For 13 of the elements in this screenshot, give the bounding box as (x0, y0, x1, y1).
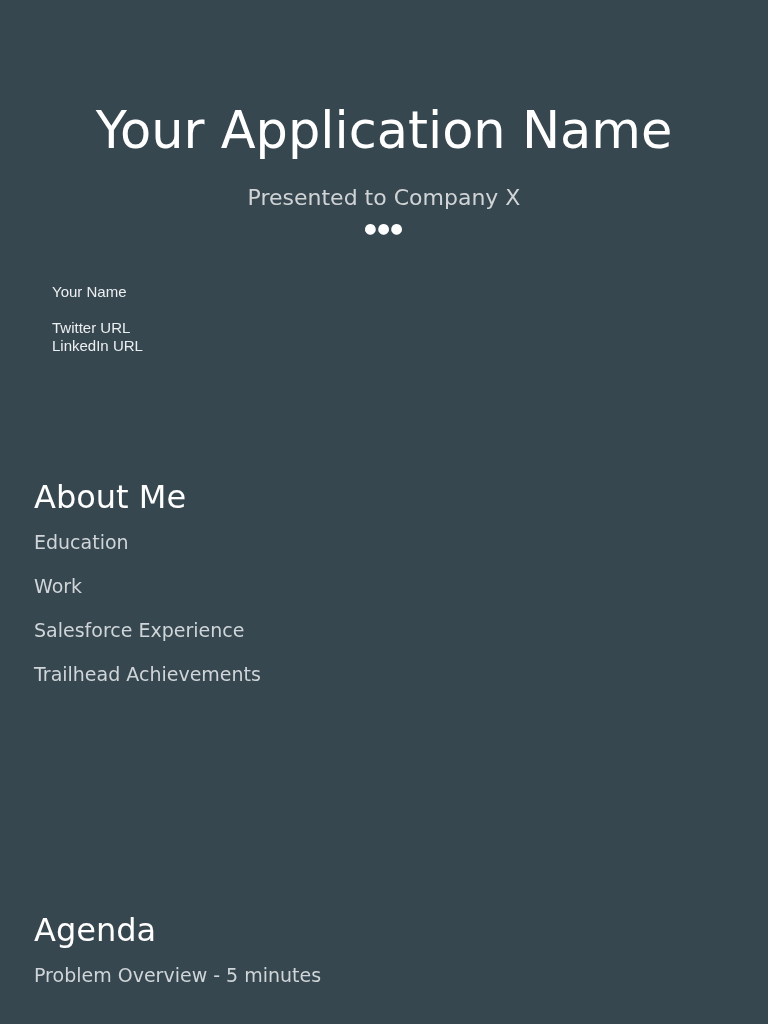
profile-link[interactable]: LinkedIn URL (52, 337, 143, 355)
subtitle: Presented to Company X (247, 184, 521, 212)
section-heading: Agenda (34, 910, 158, 950)
presenter-name: Your Name (52, 283, 128, 301)
section-item: Education (34, 530, 130, 554)
profile-link[interactable]: Twitter URL (52, 319, 131, 337)
dots-separator: ●●● (364, 219, 404, 238)
section-item: Problem Overview - 5 minutes (34, 963, 323, 987)
section-item: Work (34, 574, 84, 598)
section-item: Salesforce Experience (34, 618, 246, 642)
section-heading: About Me (34, 477, 188, 517)
section-item: Trailhead Achievements (34, 662, 262, 686)
presentation-title: Your Application Name (95, 100, 673, 162)
